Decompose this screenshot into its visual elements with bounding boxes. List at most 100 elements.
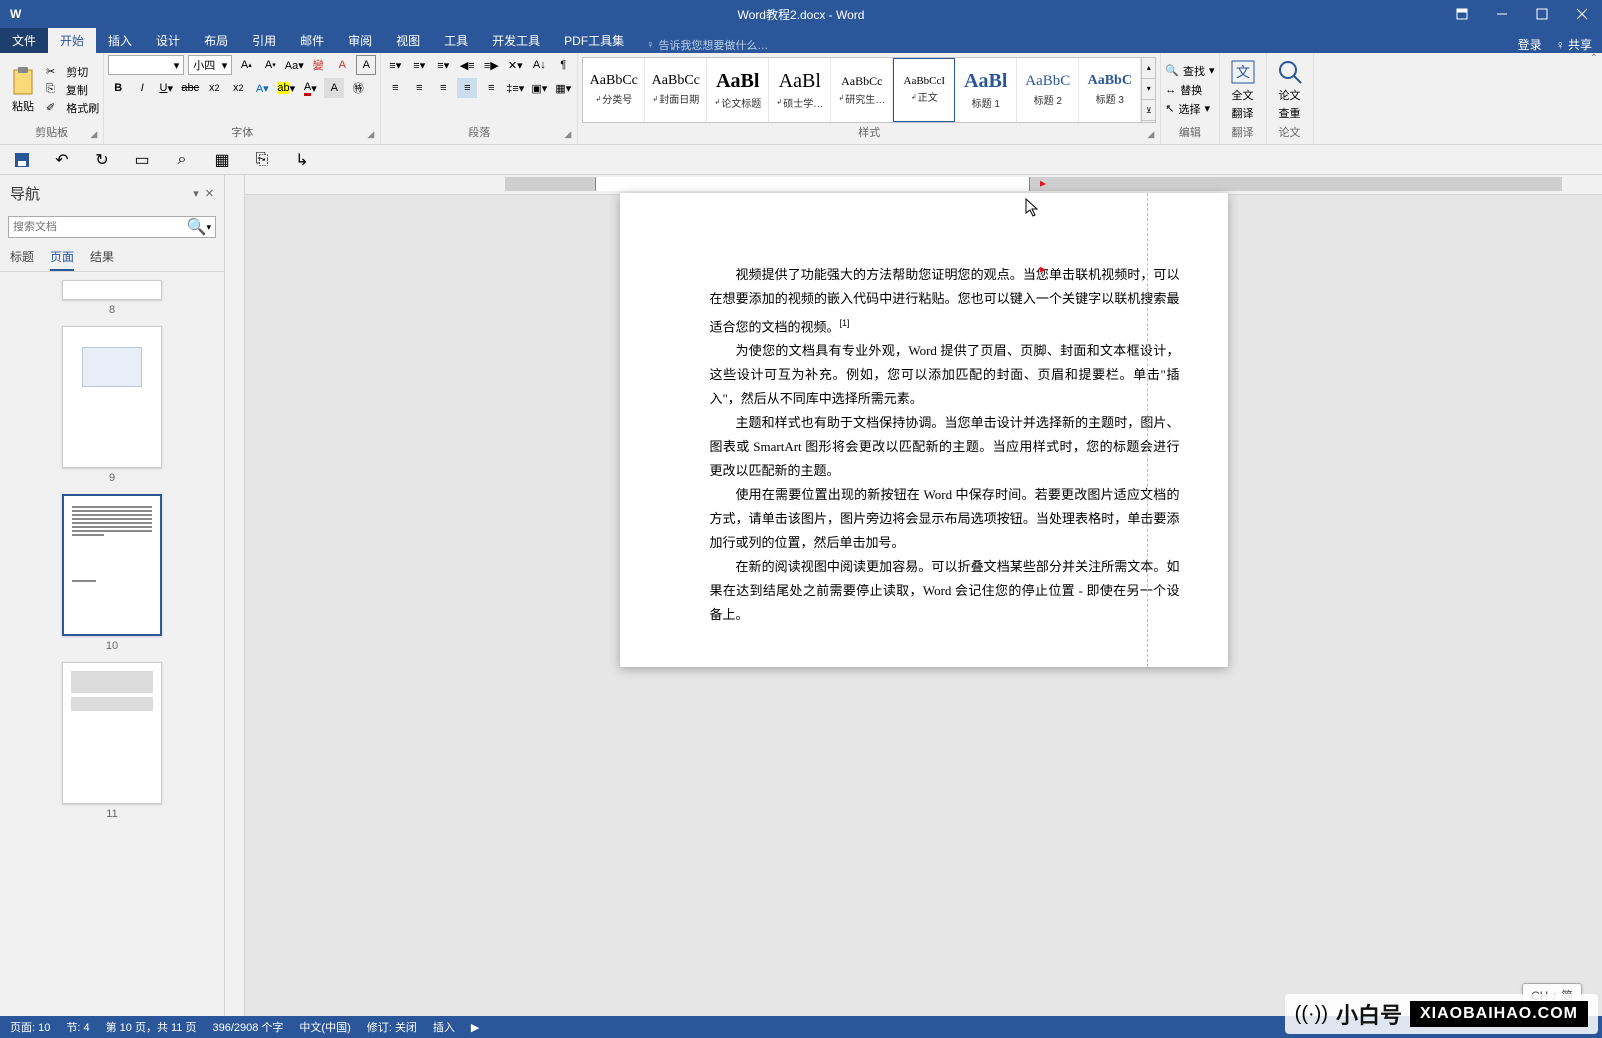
translate-button[interactable]: 文 全文 翻译 [1224,57,1262,123]
status-page[interactable]: 页面: 10 [10,1019,50,1035]
nav-tab-headings[interactable]: 标题 [10,248,34,271]
minimize-button[interactable] [1482,0,1522,28]
tell-me-box[interactable]: ♀ 告诉我您想要做什么… [646,37,768,53]
save-button[interactable] [12,150,32,170]
launcher-icon[interactable]: ◢ [1147,129,1154,140]
char-shading-button[interactable]: A [324,78,344,98]
tab-insert[interactable]: 插入 [96,28,144,53]
text-effects-button[interactable]: A▾ [252,78,272,98]
launcher-icon[interactable]: ◢ [564,129,571,140]
nav-tab-results[interactable]: 结果 [90,248,114,271]
cut-button[interactable]: ✂ 剪切 [46,64,99,80]
tab-design[interactable]: 设计 [144,28,192,53]
style-item-1[interactable]: AaBbCc↲封面日期 [645,58,707,122]
ribbon-display-options-icon[interactable] [1442,0,1482,28]
asian-layout-button[interactable]: ✕▾ [505,55,525,75]
shrink-font-button[interactable]: A▾ [260,55,280,75]
login-link[interactable]: 登录 [1518,36,1542,53]
underline-button[interactable]: U▾ [156,78,176,98]
superscript-button[interactable]: x2 [228,78,248,98]
qat-btn-6[interactable]: ▦ [212,150,232,170]
status-language[interactable]: 中文(中国) [299,1019,350,1035]
style-item-8[interactable]: AaBbC标题 3 [1079,58,1141,122]
select-button[interactable]: ↖选择▾ [1165,101,1214,117]
grow-font-button[interactable]: A▴ [236,55,256,75]
launcher-icon[interactable]: ◢ [90,129,97,140]
search-icon[interactable]: 🔍 [187,217,207,237]
qat-btn-8[interactable]: ↳ [292,150,312,170]
status-macro-icon[interactable]: ▶ [471,1021,479,1034]
tab-layout[interactable]: 布局 [192,28,240,53]
format-painter-button[interactable]: ✐ 格式刷 [46,100,99,116]
numbering-button[interactable]: ≡▾ [409,55,429,75]
find-button[interactable]: 🔍查找▾ [1165,63,1214,79]
gallery-down[interactable]: ▾ [1142,79,1155,100]
document-area[interactable]: 视频提供了功能强大的方法帮助您证明您的观点。当您单击联机视频时，可以在想要添加的… [245,175,1602,1016]
subscript-button[interactable]: x2 [204,78,224,98]
enclose-char-button[interactable]: ㊕ [348,78,368,98]
style-item-6[interactable]: AaBl标题 1 [955,58,1017,122]
gallery-up[interactable]: ▴ [1142,58,1155,79]
align-right-button[interactable]: ≡ [433,78,453,98]
tab-tools[interactable]: 工具 [432,28,480,53]
qat-btn-4[interactable]: ▭ [132,150,152,170]
borders-button[interactable]: ▦▾ [553,78,573,98]
paste-button[interactable]: 粘贴 [4,64,42,116]
align-center-button[interactable]: ≡ [409,78,429,98]
thumbnail-page-11[interactable] [62,662,162,804]
horizontal-ruler[interactable] [245,175,1602,195]
launcher-icon[interactable]: ◢ [367,129,374,140]
qat-btn-7[interactable]: ⎘ [252,150,272,170]
replace-button[interactable]: ↔替换 [1165,82,1214,98]
nav-tab-pages[interactable]: 页面 [50,248,74,271]
undo-button[interactable]: ↶ [52,150,72,170]
sort-button[interactable]: A↓ [529,55,549,75]
italic-button[interactable]: I [132,78,152,98]
share-button[interactable]: ♀ 共享 [1556,36,1592,53]
tab-view[interactable]: 视图 [384,28,432,53]
increase-indent-button[interactable]: ≡▶ [481,55,501,75]
multilevel-button[interactable]: ≡▾ [433,55,453,75]
style-item-0[interactable]: AaBbCc↲分类号 [583,58,645,122]
font-name-select[interactable]: ▾ [108,55,184,75]
duplicate-check-button[interactable]: 论文 查重 [1271,57,1309,123]
line-spacing-button[interactable]: ‡≡▾ [505,78,525,98]
thumbnail-page-10[interactable] [62,494,162,636]
bold-button[interactable]: B [108,78,128,98]
status-track[interactable]: 修订: 关闭 [367,1019,417,1035]
bullets-button[interactable]: ≡▾ [385,55,405,75]
style-gallery[interactable]: AaBbCc↲分类号AaBbCc↲封面日期AaBl↲论文标题AaBl↲硕士学…A… [582,57,1156,123]
clear-format-button[interactable]: A [332,55,352,75]
tab-references[interactable]: 引用 [240,28,288,53]
status-mode[interactable]: 插入 [433,1019,455,1035]
tab-review[interactable]: 审阅 [336,28,384,53]
tab-devtools[interactable]: 开发工具 [480,28,552,53]
tab-home[interactable]: 开始 [48,28,96,53]
qat-btn-5[interactable]: ⌕ [172,150,192,170]
justify-button[interactable]: ≡ [457,78,477,98]
nav-dropdown-icon[interactable]: ▾ [193,187,199,200]
style-item-4[interactable]: AaBbCc↲研究生… [831,58,893,122]
redo-button[interactable]: ↻ [92,150,112,170]
distribute-button[interactable]: ≡ [481,78,501,98]
gallery-more[interactable]: ⊻ [1142,100,1155,121]
maximize-button[interactable] [1522,0,1562,28]
tab-pdftools[interactable]: PDF工具集 [552,28,636,53]
highlight-button[interactable]: ab▾ [276,78,296,98]
style-item-3[interactable]: AaBl↲硕士学… [769,58,831,122]
style-item-5[interactable]: AaBbCcI↲正文 [893,58,955,122]
font-color-button[interactable]: A▾ [300,78,320,98]
thumbnail-list[interactable]: 8 9 10 11 [0,272,224,1016]
nav-close-icon[interactable]: ✕ [205,187,214,200]
status-page-of[interactable]: 第 10 页，共 11 页 [106,1019,197,1035]
search-input[interactable] [13,221,187,233]
close-button[interactable] [1562,0,1602,28]
shading-button[interactable]: ▣▾ [529,78,549,98]
thumbnail-page-8[interactable] [62,280,162,300]
decrease-indent-button[interactable]: ◀≡ [457,55,477,75]
strikethrough-button[interactable]: abc [180,78,200,98]
change-case-button[interactable]: Aa▾ [284,55,304,75]
thumbnail-page-9[interactable] [62,326,162,468]
copy-button[interactable]: ⎘ 复制 [46,82,99,98]
status-words[interactable]: 396/2908 个字 [212,1019,283,1035]
